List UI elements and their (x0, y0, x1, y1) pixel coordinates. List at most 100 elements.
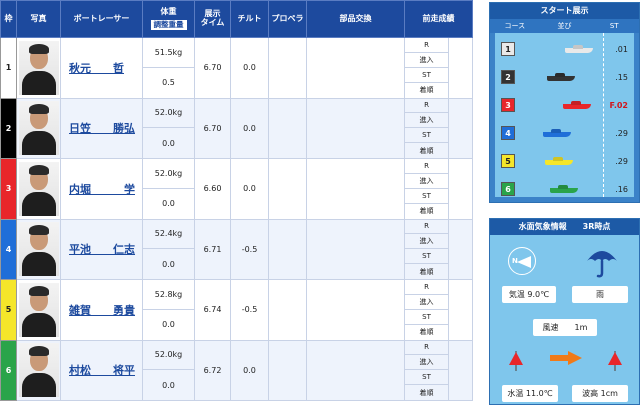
start-lane: 3 F.02 (495, 93, 634, 117)
racer-row: 6 村松 将平 52.0kg 0.0 6.72 0.0 R 進入 ST 着順 (0, 339, 473, 401)
racer-name-link[interactable]: 秋元 哲 (69, 62, 124, 75)
zensou-label: 着順 (419, 207, 434, 216)
water-temperature: 水温 11.0℃ (502, 385, 558, 402)
waku-number: 3 (0, 158, 17, 220)
zensou-values (449, 341, 472, 401)
racer-name-link[interactable]: 平池 仁志 (69, 243, 135, 256)
zensou-labels: R 進入 ST 着順 (405, 340, 449, 400)
racer-photo[interactable] (19, 282, 59, 337)
waku-number: 6 (0, 339, 17, 401)
racer-weight: 52.0kg (143, 341, 194, 371)
start-timing: .01 (615, 44, 628, 54)
racer-photo-cell (16, 37, 61, 99)
racer-weight: 52.0kg (143, 159, 194, 189)
racer-photo-cell (16, 218, 61, 280)
air-temperature: 気温 9.0℃ (502, 286, 556, 303)
weight-cell: 51.5kg 0.5 (142, 37, 195, 99)
zensou-label: 着順 (419, 86, 434, 95)
weight-adjust: 0.0 (162, 259, 175, 269)
weather-title: 水面気象情報 3R時点 (490, 219, 639, 235)
zensou-labels: R 進入 ST 着順 (405, 159, 449, 219)
boat-icon (547, 73, 575, 81)
zensou-cell: R 進入 ST 着順 (404, 158, 473, 220)
start-lane: 6 .16 (495, 177, 634, 201)
zensou-label: R (405, 99, 448, 114)
start-timing: .16 (615, 184, 628, 194)
racer-name-link[interactable]: 日笠 勝弘 (69, 122, 135, 135)
header-weight-adjust: 調整重量 (150, 19, 187, 31)
start-lane: 5 .29 (495, 149, 634, 173)
zensou-cell: R 進入 ST 着順 (404, 97, 473, 159)
course-number: 6 (501, 182, 515, 196)
start-lane: 1 .01 (495, 37, 634, 61)
racer-row: 1 秋元 哲 51.5kg 0.5 6.70 0.0 R 進入 ST 着順 (0, 37, 473, 99)
racer-photo[interactable] (19, 343, 59, 398)
course-number: 4 (501, 126, 515, 140)
course-number: 5 (501, 154, 515, 168)
zensou-labels: R 進入 ST 着順 (405, 219, 449, 279)
weight-adjust: 0.0 (162, 199, 175, 209)
tilt-value: 0.0 (230, 97, 269, 159)
propeller-value (268, 158, 307, 220)
zensou-cell: R 進入 ST 着順 (404, 279, 473, 341)
racer-weight: 52.0kg (143, 99, 194, 129)
header-photo: 写真 (16, 0, 61, 38)
right-flag-icon (608, 351, 622, 371)
waku-number: 1 (0, 37, 17, 99)
zensou-cell: R 進入 ST 着順 (404, 218, 473, 280)
racer-name-link[interactable]: 雑賀 勇貴 (69, 304, 135, 317)
racer-name-link[interactable]: 村松 将平 (69, 364, 135, 377)
start-display-water: 1 .01 2 .15 3 F.02 4 .29 5 .29 6 .16 (495, 33, 634, 197)
zensou-labels: R 進入 ST 着順 (405, 98, 449, 158)
header-waku: 枠 (0, 0, 17, 38)
weight-cell: 52.8kg 0.0 (142, 279, 195, 341)
tenji-time: 6.60 (194, 158, 231, 220)
boat-icon (545, 157, 573, 165)
zensou-values (449, 38, 472, 98)
start-timing: F.02 (609, 100, 628, 110)
course-number: 2 (501, 70, 515, 84)
tenji-time: 6.72 (194, 339, 231, 401)
zensou-label: 着順 (419, 328, 434, 337)
tenji-time: 6.74 (194, 279, 231, 341)
boat-icon (543, 129, 571, 137)
tenji-time: 6.70 (194, 37, 231, 99)
header-tenji-time: 展示 タイム (194, 0, 231, 38)
waku-number: 4 (0, 218, 17, 280)
boat-icon (550, 185, 578, 193)
weight-cell: 52.0kg 0.0 (142, 158, 195, 220)
start-lane: 4 .29 (495, 121, 634, 145)
zensou-label: ST (405, 68, 448, 83)
racer-photo[interactable] (19, 222, 59, 277)
wind-direction-compass-icon: N (508, 247, 536, 275)
tilt-value: 0.0 (230, 339, 269, 401)
header-propeller: プロペラ (268, 0, 307, 38)
racer-photo[interactable] (19, 40, 59, 95)
weather-panel: 水面気象情報 3R時点 N 気温 9.0℃ 雨 風速 1m 水温 11.0℃ 波… (489, 218, 640, 405)
course-number: 3 (501, 98, 515, 112)
zensou-values (449, 159, 472, 219)
zensou-label: 進入 (405, 174, 448, 189)
racer-row: 2 日笠 勝弘 52.0kg 0.0 6.70 0.0 R 進入 ST 着順 (0, 97, 473, 159)
header-tilt: チルト (230, 0, 269, 38)
racer-name-cell: 日笠 勝弘 (60, 97, 143, 159)
zensou-label: R (405, 341, 448, 356)
racer-name-cell: 平池 仁志 (60, 218, 143, 280)
weight-cell: 52.0kg 0.0 (142, 97, 195, 159)
zensou-label: 進入 (405, 295, 448, 310)
start-timing: .29 (615, 156, 628, 166)
racer-photo-cell (16, 279, 61, 341)
tenji-time: 6.71 (194, 218, 231, 280)
header-parts: 部品交換 (306, 0, 405, 38)
tilt-value: 0.0 (230, 158, 269, 220)
rain-umbrella-icon (587, 251, 617, 278)
racer-photo[interactable] (19, 101, 59, 156)
weight-cell: 52.4kg 0.0 (142, 218, 195, 280)
racer-photo[interactable] (19, 161, 59, 216)
zensou-label: 着順 (419, 146, 434, 155)
start-display-header: コース 並び ST (490, 19, 639, 33)
start-col-order: 並び (557, 22, 572, 30)
header-weight: 体重 調整重量 (142, 0, 195, 38)
racer-name-link[interactable]: 内堀 学 (69, 183, 135, 196)
propeller-value (268, 37, 307, 99)
